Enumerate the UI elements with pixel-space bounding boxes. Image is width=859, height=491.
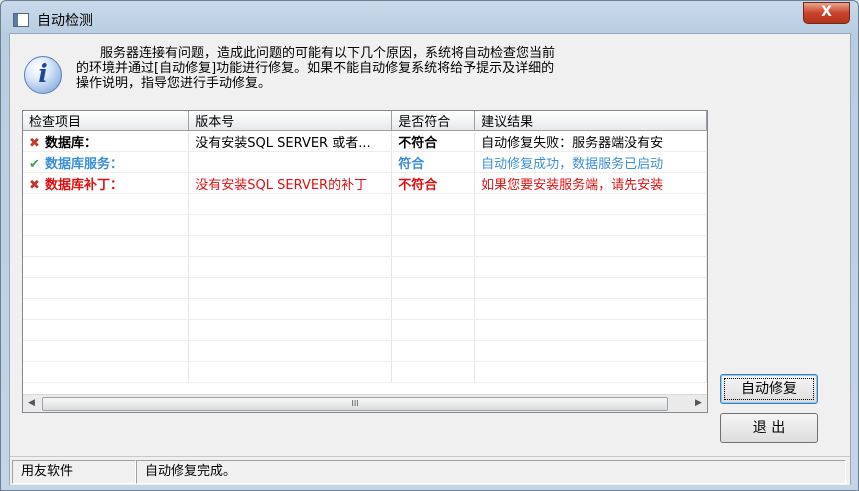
empty-cell <box>391 256 476 278</box>
horizontal-scrollbar[interactable]: ◀ III ▶ <box>23 394 707 412</box>
empty-cell <box>391 340 476 362</box>
column-header-result[interactable]: 建议结果 <box>474 111 707 131</box>
empty-cell <box>474 193 707 215</box>
cell-match: 符合 <box>391 151 476 173</box>
cell-version <box>188 151 393 173</box>
cell-version: 没有安装SQL SERVER的补丁 <box>188 172 393 194</box>
status-message: 自动修复完成。 <box>136 460 846 484</box>
cell-item: ✔ 数据库服务： <box>23 151 190 173</box>
empty-cell <box>23 235 190 257</box>
scroll-left-icon[interactable]: ◀ <box>23 395 40 412</box>
empty-cell <box>474 361 707 383</box>
empty-cell <box>474 214 707 236</box>
empty-cell <box>391 361 476 383</box>
check-results-list[interactable]: 检查项目 版本号 是否符合 建议结果 ✖ 数据库： 没有安装SQL SERVER 或… <box>22 110 708 413</box>
table-row[interactable] <box>23 298 707 320</box>
empty-cell <box>188 256 393 278</box>
info-line: 的环境并通过[自动修复]功能进行修复。如果不能自动修复系统将给予提示及详细的 <box>76 61 555 76</box>
cell-match: 不符合 <box>391 172 476 194</box>
table-row[interactable] <box>23 340 707 362</box>
cell-version: 没有安装SQL SERVER 或者... <box>188 130 393 152</box>
empty-cell <box>474 319 707 341</box>
empty-cell <box>391 193 476 215</box>
auto-repair-button[interactable]: 自动修复 <box>720 374 818 404</box>
empty-cell <box>474 340 707 362</box>
empty-cell <box>188 298 393 320</box>
exit-button[interactable]: 退 出 <box>720 413 818 443</box>
empty-cell <box>474 298 707 320</box>
cell-match: 不符合 <box>391 130 476 152</box>
x-mark-icon: ✖ <box>29 177 40 193</box>
auto-repair-label: 自动修复 <box>741 381 797 397</box>
empty-cell <box>23 277 190 299</box>
x-mark-icon: ✖ <box>29 135 40 151</box>
cell-result: 自动修复失败：服务器端没有安 <box>474 130 707 152</box>
empty-cell <box>391 214 476 236</box>
check-mark-icon: ✔ <box>29 156 40 172</box>
status-bar: 用友软件 自动修复完成。 <box>10 456 850 485</box>
dialog-window: 自动检测 X i 服务器连接有问题，造成此问题的可能有以下几个原因，系统将自动检… <box>0 0 859 491</box>
table-row[interactable] <box>23 214 707 236</box>
empty-cell <box>23 214 190 236</box>
empty-cell <box>188 361 393 383</box>
table-row[interactable] <box>23 235 707 257</box>
empty-cell <box>474 277 707 299</box>
cell-item: ✖ 数据库： <box>23 130 190 152</box>
scroll-right-icon[interactable]: ▶ <box>690 395 707 412</box>
table-row[interactable]: ✔ 数据库服务： 符合 自动修复成功，数据服务已启动 <box>23 151 707 173</box>
table-row[interactable] <box>23 193 707 215</box>
cell-result: 如果您要安装服务端，请先安装 <box>474 172 707 194</box>
list-header: 检查项目 版本号 是否符合 建议结果 <box>23 111 707 131</box>
empty-cell <box>23 256 190 278</box>
empty-cell <box>188 193 393 215</box>
table-row[interactable] <box>23 361 707 383</box>
cell-result: 自动修复成功，数据服务已启动 <box>474 151 707 173</box>
item-name: 数据库： <box>45 135 98 151</box>
empty-cell <box>474 235 707 257</box>
empty-cell <box>23 340 190 362</box>
empty-cell <box>474 256 707 278</box>
table-row[interactable] <box>23 319 707 341</box>
scrollbar-grip: III <box>351 399 359 408</box>
empty-cell <box>188 235 393 257</box>
empty-cell <box>23 319 190 341</box>
empty-cell <box>188 319 393 341</box>
table-row[interactable] <box>23 277 707 299</box>
item-name: 数据库服务： <box>45 156 124 172</box>
column-header-match[interactable]: 是否符合 <box>391 111 476 131</box>
empty-cell <box>391 298 476 320</box>
dialog-client-area: i 服务器连接有问题，造成此问题的可能有以下几个原因，系统将自动检查您当前 的环… <box>9 33 851 485</box>
empty-cell <box>391 235 476 257</box>
title-bar: 自动检测 X <box>1 1 858 35</box>
scrollbar-thumb[interactable]: III <box>42 397 668 411</box>
column-header-item[interactable]: 检查项目 <box>23 111 190 131</box>
empty-cell <box>188 214 393 236</box>
empty-cell <box>23 298 190 320</box>
info-line: 操作说明，指导您进行手动修复。 <box>76 76 272 91</box>
empty-cell <box>23 361 190 383</box>
window-title: 自动检测 <box>37 13 93 29</box>
empty-cell <box>391 277 476 299</box>
empty-cell <box>188 340 393 362</box>
close-button[interactable]: X <box>803 2 850 24</box>
empty-cell <box>391 319 476 341</box>
info-line: 服务器连接有问题，造成此问题的可能有以下几个原因，系统将自动检查您当前 <box>100 46 556 61</box>
cell-item: ✖ 数据库补丁： <box>23 172 190 194</box>
window-icon <box>13 13 29 27</box>
empty-cell <box>188 277 393 299</box>
exit-label: 退 出 <box>752 420 786 436</box>
info-message: 服务器连接有问题，造成此问题的可能有以下几个原因，系统将自动检查您当前 的环境并… <box>76 46 696 91</box>
empty-cell <box>23 193 190 215</box>
table-row[interactable]: ✖ 数据库： 没有安装SQL SERVER 或者... 不符合 自动修复失败：服务器端没… <box>23 130 707 152</box>
table-row[interactable]: ✖ 数据库补丁： 没有安装SQL SERVER的补丁 不符合 如果您要安装服务端，请先安… <box>23 172 707 194</box>
status-vendor: 用友软件 <box>12 460 136 484</box>
table-row[interactable] <box>23 256 707 278</box>
item-name: 数据库补丁： <box>45 177 124 193</box>
info-icon: i <box>24 56 62 94</box>
column-header-version[interactable]: 版本号 <box>188 111 393 131</box>
